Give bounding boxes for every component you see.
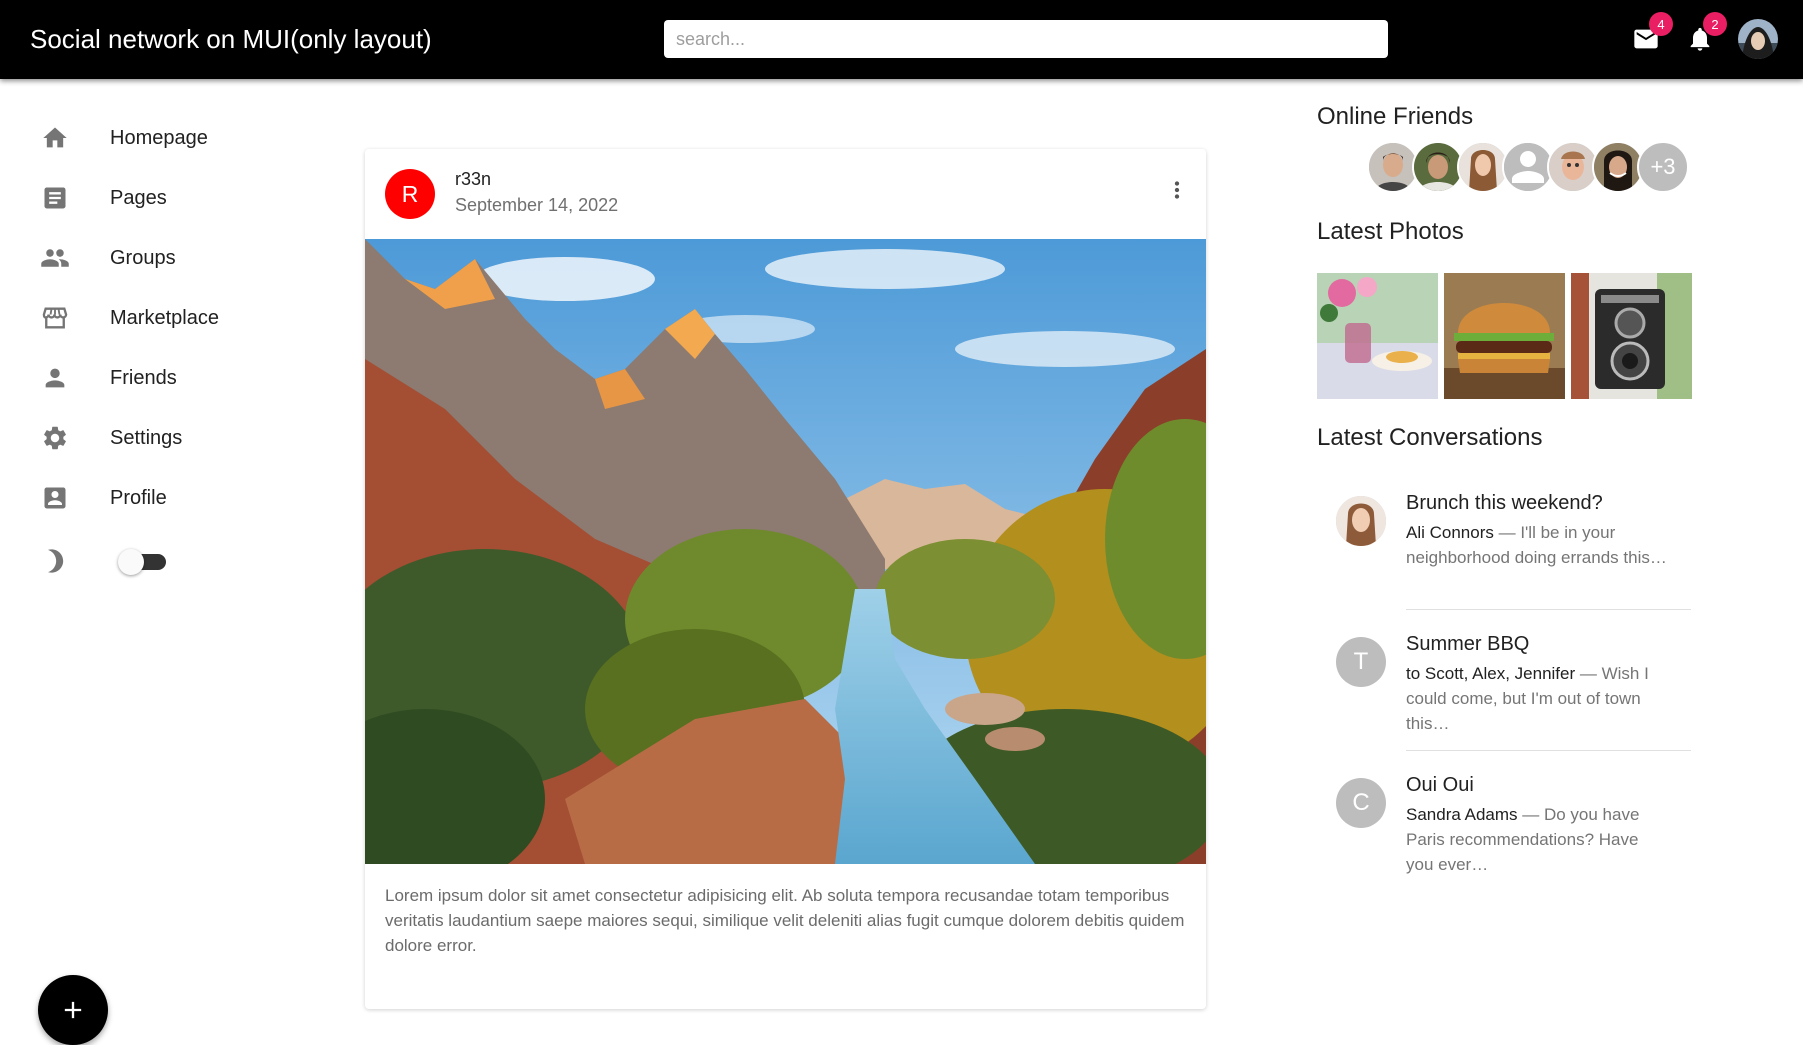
toggle-thumb [118,549,144,575]
article-icon [40,183,70,213]
mail-button[interactable]: 4 [1631,12,1673,54]
plus-icon [64,1001,82,1019]
sidebar-item-label: Groups [110,246,176,269]
conversation-avatar: T [1336,637,1386,687]
post-image[interactable] [365,239,1206,864]
post-avatar: R [385,169,435,219]
user-avatar[interactable] [1738,19,1778,59]
conversation-item[interactable]: T Summer BBQ to Scott, Alex, Jennifer — … [1317,633,1692,743]
post-menu-button[interactable] [1162,175,1192,205]
sidebar-item-friends[interactable]: Friends [0,350,310,406]
moon-icon [40,546,70,576]
home-icon [40,123,70,153]
conversation-divider [1406,609,1691,610]
more-vert-icon [1174,181,1180,199]
conversation-avatar [1336,496,1386,546]
conversation-item[interactable]: C Oui Oui Sandra Adams — Do you have Par… [1317,774,1692,884]
sidebar-item-homepage[interactable]: Homepage [0,110,310,166]
sidebar-item-label: Profile [110,486,167,509]
conversation-preview: Ali Connors — I'll be in your neighborho… [1406,520,1668,570]
storefront-icon [40,303,70,333]
conversation-participants: Ali Connors [1406,523,1494,542]
notifications-badge: 2 [1703,12,1727,36]
sidebar-item-label: Marketplace [110,306,219,329]
search-input[interactable] [664,20,1388,58]
post-card: R r33n September 14, 2022 Lorem ipsum do… [365,149,1206,1009]
latest-photos-title: Latest Photos [1317,218,1464,245]
group-icon [40,243,70,273]
conversation-item[interactable]: Brunch this weekend? Ali Connors — I'll … [1317,492,1692,602]
sidebar: Homepage Pages Groups Marketplace Friend… [0,79,320,1045]
conversation-avatar: C [1336,778,1386,828]
user-avatar-image [1738,19,1778,59]
conversation-participants: to Scott, Alex, Jennifer [1406,664,1576,683]
sidebar-item-label: Settings [110,426,183,449]
latest-photo-burger[interactable] [1444,273,1565,399]
conversation-divider [1406,750,1691,751]
dark-mode-toggle[interactable] [118,548,170,575]
conversation-title: Oui Oui [1406,774,1474,796]
latest-conversations-title: Latest Conversations [1317,424,1543,451]
post-date: September 14, 2022 [455,195,619,215]
account-box-icon [40,483,70,513]
more-friends-count[interactable]: +3 [1637,141,1689,193]
dark-mode-row [0,533,100,589]
latest-photo-camera[interactable] [1571,273,1692,399]
notifications-button[interactable]: 2 [1685,12,1727,54]
sidebar-item-label: Friends [110,366,177,389]
conversation-preview: to Scott, Alex, Jennifer — Wish I could … [1406,661,1668,736]
sidebar-item-settings[interactable]: Settings [0,410,310,466]
post-author: r33n [455,169,492,189]
conversation-participants: Sandra Adams [1406,805,1518,824]
conversation-preview: Sandra Adams — Do you have Paris recomme… [1406,802,1668,877]
sidebar-item-groups[interactable]: Groups [0,230,310,286]
conversation-title: Brunch this weekend? [1406,492,1603,514]
app-bar: Social network on MUI(only layout) 4 2 [0,0,1803,79]
sidebar-item-label: Homepage [110,126,208,149]
sidebar-item-pages[interactable]: Pages [0,170,310,226]
add-post-button[interactable] [38,975,108,1045]
conversation-title: Summer BBQ [1406,633,1530,655]
gear-icon [40,423,70,453]
person-icon [40,363,70,393]
sidebar-item-profile[interactable]: Profile [0,470,310,526]
sidebar-item-marketplace[interactable]: Marketplace [0,290,310,346]
app-title: Social network on MUI(only layout) [30,24,432,54]
post-text: Lorem ipsum dolor sit amet consectetur a… [385,886,1185,955]
sidebar-item-label: Pages [110,186,167,209]
mail-badge: 4 [1649,12,1673,36]
latest-photo-dessert[interactable] [1317,273,1438,399]
online-friends-title: Online Friends [1317,103,1474,130]
